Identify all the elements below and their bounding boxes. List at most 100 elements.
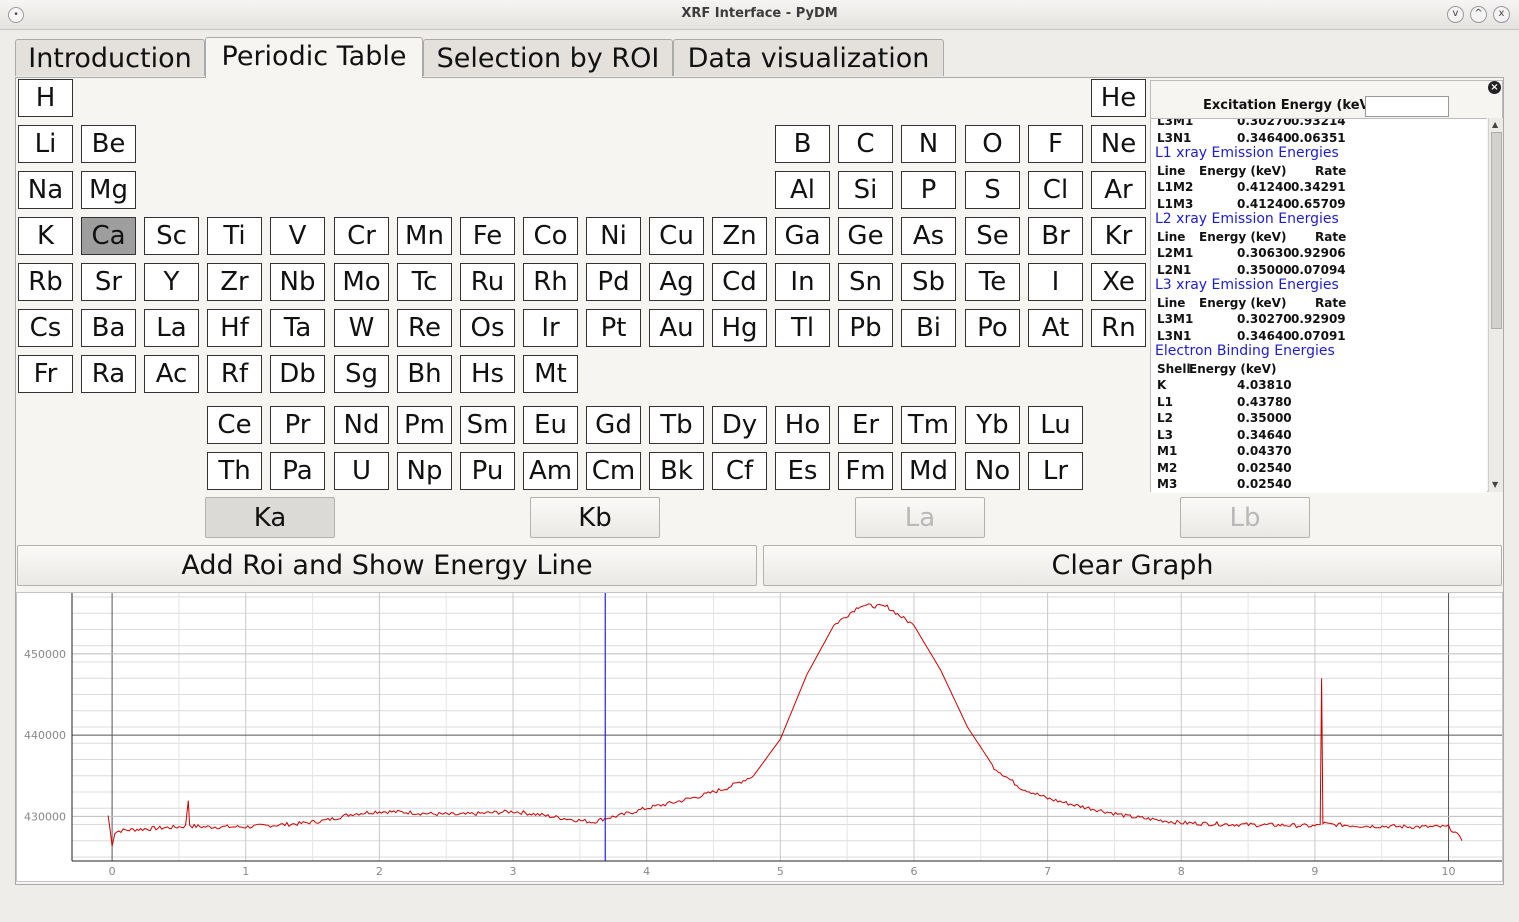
element-pt[interactable]: Pt: [586, 309, 641, 347]
element-at[interactable]: At: [1028, 309, 1083, 347]
element-cs[interactable]: Cs: [18, 309, 73, 347]
element-hf[interactable]: Hf: [207, 309, 262, 347]
element-te[interactable]: Te: [965, 263, 1020, 301]
element-ir[interactable]: Ir: [523, 309, 578, 347]
element-br[interactable]: Br: [1028, 217, 1083, 255]
element-nd[interactable]: Nd: [334, 406, 389, 444]
element-rb[interactable]: Rb: [18, 263, 73, 301]
element-ra[interactable]: Ra: [81, 355, 136, 393]
element-b[interactable]: B: [775, 125, 830, 163]
element-sg[interactable]: Sg: [334, 355, 389, 393]
element-cd[interactable]: Cd: [712, 263, 767, 301]
element-nb[interactable]: Nb: [270, 263, 325, 301]
element-es[interactable]: Es: [775, 452, 830, 490]
element-s[interactable]: S: [965, 171, 1020, 209]
minimize-icon[interactable]: v: [1447, 6, 1464, 23]
element-md[interactable]: Md: [901, 452, 956, 490]
element-pr[interactable]: Pr: [270, 406, 325, 444]
element-u[interactable]: U: [334, 452, 389, 490]
element-ga[interactable]: Ga: [775, 217, 830, 255]
element-pu[interactable]: Pu: [460, 452, 515, 490]
element-k[interactable]: K: [18, 217, 73, 255]
info-scrollbar[interactable]: ▲ ▼: [1488, 118, 1503, 492]
element-in[interactable]: In: [775, 263, 830, 301]
element-ho[interactable]: Ho: [775, 406, 830, 444]
element-ne[interactable]: Ne: [1091, 125, 1146, 163]
scroll-up-icon[interactable]: ▲: [1492, 120, 1498, 129]
element-yb[interactable]: Yb: [965, 406, 1020, 444]
tab-data-visualization[interactable]: Data visualization: [673, 39, 944, 76]
element-au[interactable]: Au: [649, 309, 704, 347]
element-re[interactable]: Re: [397, 309, 452, 347]
tab-introduction[interactable]: Introduction: [15, 39, 205, 76]
element-tl[interactable]: Tl: [775, 309, 830, 347]
element-pd[interactable]: Pd: [586, 263, 641, 301]
element-lr[interactable]: Lr: [1028, 452, 1083, 490]
element-hg[interactable]: Hg: [712, 309, 767, 347]
element-os[interactable]: Os: [460, 309, 515, 347]
element-pa[interactable]: Pa: [270, 452, 325, 490]
close-window-icon[interactable]: x: [1493, 6, 1510, 23]
element-bi[interactable]: Bi: [901, 309, 956, 347]
element-co[interactable]: Co: [523, 217, 578, 255]
element-se[interactable]: Se: [965, 217, 1020, 255]
spectrum-plot[interactable]: 0 1 2 3 4 5 6 7 8 9 10 430000 440000 450000: [16, 592, 1503, 882]
add-roi-button[interactable]: Add Roi and Show Energy Line: [17, 545, 757, 586]
element-bh[interactable]: Bh: [397, 355, 452, 393]
element-no[interactable]: No: [965, 452, 1020, 490]
scroll-thumb[interactable]: [1491, 132, 1502, 329]
element-zr[interactable]: Zr: [207, 263, 262, 301]
element-n[interactable]: N: [901, 125, 956, 163]
element-cf[interactable]: Cf: [712, 452, 767, 490]
element-sb[interactable]: Sb: [901, 263, 956, 301]
element-sn[interactable]: Sn: [838, 263, 893, 301]
element-c[interactable]: C: [838, 125, 893, 163]
element-h[interactable]: H: [18, 79, 73, 117]
element-lu[interactable]: Lu: [1028, 406, 1083, 444]
element-mn[interactable]: Mn: [397, 217, 452, 255]
element-cm[interactable]: Cm: [586, 452, 641, 490]
element-fr[interactable]: Fr: [18, 355, 73, 393]
element-mo[interactable]: Mo: [334, 263, 389, 301]
element-cu[interactable]: Cu: [649, 217, 704, 255]
element-o[interactable]: O: [965, 125, 1020, 163]
element-he[interactable]: He: [1091, 79, 1146, 117]
line-button-kb[interactable]: Kb: [530, 497, 660, 538]
element-be[interactable]: Be: [81, 125, 136, 163]
element-fe[interactable]: Fe: [460, 217, 515, 255]
element-am[interactable]: Am: [523, 452, 578, 490]
element-cr[interactable]: Cr: [334, 217, 389, 255]
element-si[interactable]: Si: [838, 171, 893, 209]
element-cl[interactable]: Cl: [1028, 171, 1083, 209]
element-ge[interactable]: Ge: [838, 217, 893, 255]
element-i[interactable]: I: [1028, 263, 1083, 301]
element-sm[interactable]: Sm: [460, 406, 515, 444]
element-la[interactable]: La: [144, 309, 199, 347]
element-ni[interactable]: Ni: [586, 217, 641, 255]
line-button-ka[interactable]: Ka: [205, 497, 335, 538]
element-sr[interactable]: Sr: [81, 263, 136, 301]
element-xe[interactable]: Xe: [1091, 263, 1146, 301]
element-th[interactable]: Th: [207, 452, 262, 490]
element-f[interactable]: F: [1028, 125, 1083, 163]
element-mt[interactable]: Mt: [523, 355, 578, 393]
tab-periodic-table[interactable]: Periodic Table: [205, 37, 423, 78]
element-fm[interactable]: Fm: [838, 452, 893, 490]
element-v[interactable]: V: [270, 217, 325, 255]
element-dy[interactable]: Dy: [712, 406, 767, 444]
clear-graph-button[interactable]: Clear Graph: [763, 545, 1502, 586]
maximize-icon[interactable]: ^: [1470, 6, 1487, 23]
element-ac[interactable]: Ac: [144, 355, 199, 393]
element-po[interactable]: Po: [965, 309, 1020, 347]
element-bk[interactable]: Bk: [649, 452, 704, 490]
element-tm[interactable]: Tm: [901, 406, 956, 444]
element-er[interactable]: Er: [838, 406, 893, 444]
element-kr[interactable]: Kr: [1091, 217, 1146, 255]
element-y[interactable]: Y: [144, 263, 199, 301]
close-icon[interactable]: ×: [1488, 81, 1501, 94]
emission-energy-list[interactable]: L3M1 0.30270 0.93214 L3N1 0.34640 0.06351 L1 x…: [1151, 118, 1487, 493]
element-zn[interactable]: Zn: [712, 217, 767, 255]
element-ta[interactable]: Ta: [270, 309, 325, 347]
element-li[interactable]: Li: [18, 125, 73, 163]
element-p[interactable]: P: [901, 171, 956, 209]
